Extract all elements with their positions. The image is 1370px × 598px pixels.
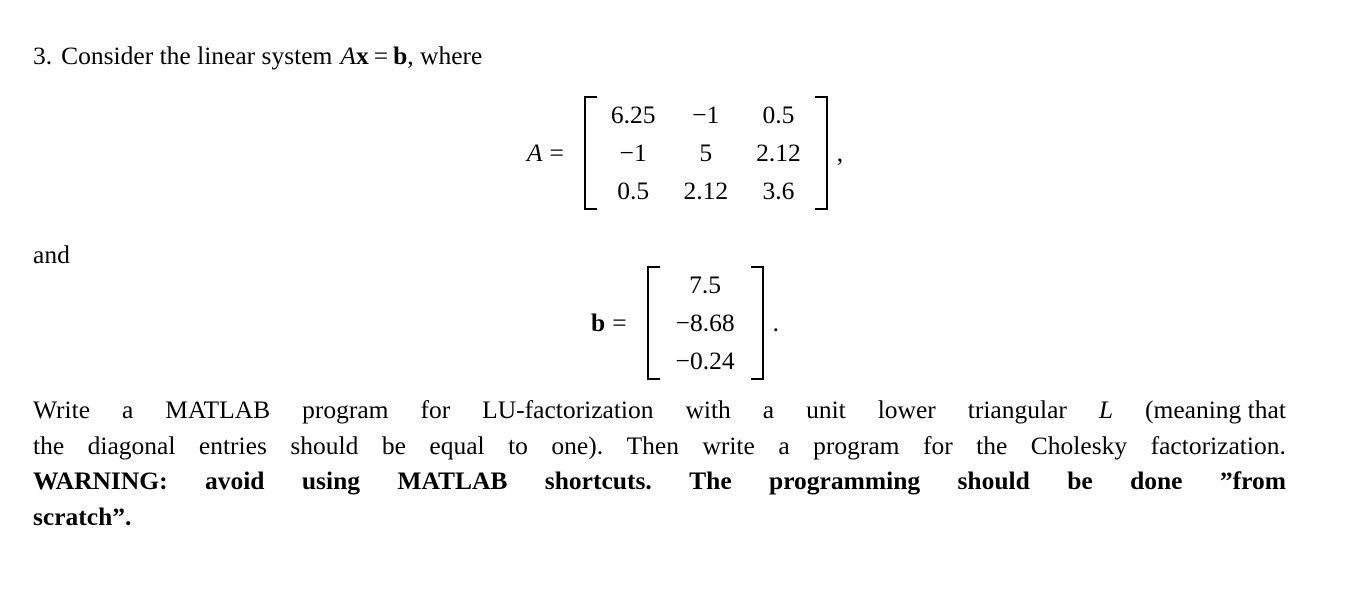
- matrix-cell: −1: [619, 137, 647, 167]
- math-vec-x: x: [355, 41, 369, 70]
- matrix-cell: 6.25: [610, 100, 656, 129]
- matrix-row: −0.24: [660, 342, 751, 380]
- equation-A-variable: A: [526, 137, 543, 167]
- word: a: [762, 395, 775, 424]
- vector-b: 7.5 −8.68 −0.24: [646, 266, 764, 380]
- word: ”from: [1219, 466, 1286, 495]
- paragraph-line-4-warning-end: scratch”.: [33, 501, 132, 531]
- equation-A-label: A =: [527, 138, 570, 168]
- word: shortcuts.: [544, 466, 652, 495]
- word: programming: [769, 466, 921, 495]
- paragraph-line-2: the diagonal entries should be equal to …: [33, 428, 1286, 464]
- problem-statement-line: 3. Consider the linear system Ax = b, where: [33, 40, 482, 72]
- equation-A-trailing-punctuation: ,: [836, 137, 844, 167]
- word: MATLAB: [397, 466, 508, 495]
- word: with: [685, 395, 731, 424]
- matrix-cell: 2.12: [683, 175, 729, 205]
- problem-number: 3.: [33, 41, 53, 70]
- word: for: [922, 430, 953, 460]
- word: a: [778, 430, 790, 460]
- matrix-cell: −0.24: [675, 345, 735, 375]
- word: a: [122, 395, 134, 424]
- word: Write: [33, 395, 91, 424]
- matrix-cell: 0.5: [617, 175, 650, 205]
- word: WARNING:: [33, 466, 168, 495]
- vector-b-body: 7.5 −8.68 −0.24: [660, 266, 751, 380]
- equation-b-variable: b: [591, 307, 606, 337]
- intro-text-before-math: Consider the linear system: [61, 41, 333, 70]
- word: the: [33, 430, 65, 460]
- equation-A-equals: =: [549, 137, 564, 167]
- word: triangular: [967, 395, 1067, 424]
- word: factorization.: [1150, 430, 1286, 460]
- matrix-cell: 5: [699, 137, 713, 167]
- word: for: [420, 395, 451, 424]
- document-page: 3. Consider the linear system Ax = b, where …: [0, 0, 1370, 598]
- math-equals-sign: =: [373, 41, 389, 70]
- word: lower: [877, 395, 936, 424]
- word: should: [290, 430, 359, 460]
- word: using: [301, 466, 360, 495]
- equation-b-trailing-punctuation: .: [772, 307, 779, 337]
- paragraph-line-3-warning: WARNING: avoid using MATLAB shortcuts. T…: [33, 463, 1286, 499]
- matrix-cell: −8.68: [675, 307, 735, 337]
- vector-right-bracket-icon: [750, 266, 764, 380]
- equation-vector-b: b = 7.5 −8.68 −0.24 .: [0, 266, 1370, 380]
- instruction-paragraph: Write a MATLAB program for LU-factorizat…: [33, 392, 1286, 534]
- intro-text-after-math: , where: [407, 41, 483, 70]
- word: one).: [551, 430, 604, 460]
- word: done: [1130, 466, 1183, 495]
- math-var-L: L: [1098, 395, 1114, 424]
- paragraph-line-1: Write a MATLAB program for LU-factorizat…: [33, 392, 1286, 428]
- math-var-A: A: [340, 41, 356, 70]
- equation-matrix-A: A = 6.25 −1 0.5 −1 5 2.12 0.5 2.12 3.6 ,: [0, 96, 1370, 210]
- matrix-row: −8.68: [660, 304, 751, 342]
- matrix-cell: −1: [692, 100, 720, 129]
- word: The: [689, 466, 732, 495]
- word: MATLAB: [165, 395, 271, 424]
- word: equal: [429, 430, 485, 460]
- word: Cholesky: [1030, 430, 1128, 460]
- word: program: [302, 395, 389, 424]
- word: diagonal: [87, 430, 176, 460]
- word: be: [1067, 466, 1093, 495]
- word: LU-factorization: [482, 395, 654, 424]
- matrix-row: 0.5 2.12 3.6: [597, 172, 815, 210]
- matrix-A-body: 6.25 −1 0.5 −1 5 2.12 0.5 2.12 3.6: [597, 96, 815, 210]
- word: to: [508, 430, 528, 460]
- matrix-cell: 2.12: [756, 137, 801, 167]
- equation-b-equals: =: [612, 307, 627, 337]
- equation-b-label: b =: [591, 308, 633, 338]
- matrix-left-bracket-icon: [583, 96, 597, 210]
- matrix-cell: 3.6: [762, 175, 795, 205]
- matrix-cell: 0.5: [762, 100, 795, 129]
- word: entries: [198, 430, 267, 460]
- word: unit: [806, 395, 846, 424]
- word: write: [702, 430, 755, 460]
- matrix-right-bracket-icon: [814, 96, 828, 210]
- word: program: [813, 430, 900, 460]
- matrix-row: 7.5: [660, 266, 751, 304]
- word: Then: [626, 430, 679, 460]
- word: the: [976, 430, 1008, 460]
- matrix-row: −1 5 2.12: [597, 134, 815, 172]
- math-vec-b: b: [393, 41, 408, 70]
- matrix-row: 6.25 −1 0.5: [597, 96, 815, 134]
- matrix-cell: 7.5: [689, 270, 722, 299]
- vector-left-bracket-icon: [646, 266, 660, 380]
- word: (meaning that: [1145, 395, 1286, 424]
- word: be: [381, 430, 406, 460]
- matrix-A: 6.25 −1 0.5 −1 5 2.12 0.5 2.12 3.6: [583, 96, 828, 210]
- word: avoid: [204, 466, 265, 495]
- word: should: [957, 466, 1030, 495]
